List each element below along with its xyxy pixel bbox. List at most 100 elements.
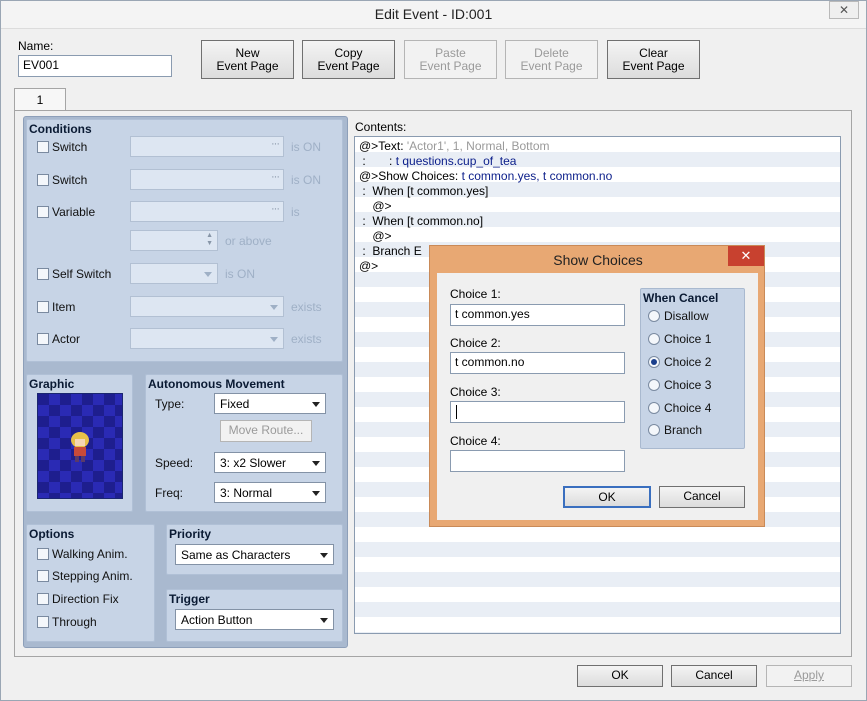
content-line[interactable]: : When [t common.yes] [359, 184, 488, 198]
title-bar: Edit Event - ID:001 ✕ [1, 1, 866, 29]
self-switch-label: Self Switch [52, 267, 112, 281]
dialog-close-button[interactable]: ✕ [728, 246, 764, 266]
new-button-line2: Event Page [216, 59, 279, 73]
clear-event-page-button[interactable]: Clear Event Page [607, 40, 700, 79]
ellipsis-icon: ··· [271, 203, 280, 215]
trigger-value: Action Button [181, 613, 253, 627]
choice1-label: Choice 1: [450, 287, 501, 301]
item-select[interactable] [130, 296, 284, 317]
cancel-choice1-radio[interactable] [648, 333, 660, 345]
trigger-select[interactable]: Action Button [175, 609, 334, 630]
choice4-input[interactable] [450, 450, 625, 472]
delete-button-line2: Event Page [520, 59, 583, 73]
new-event-page-button[interactable]: New Event Page [201, 40, 294, 79]
window-close-button[interactable]: ✕ [829, 1, 859, 19]
paste-event-page-button[interactable]: Paste Event Page [404, 40, 497, 79]
name-input[interactable]: EV001 [18, 55, 172, 77]
switch1-suffix: is ON [291, 140, 321, 154]
content-text-blue: t common.yes, t common.no [461, 169, 613, 183]
movement-speed-select[interactable]: 3: x2 Slower [214, 452, 326, 473]
chevron-down-icon [270, 337, 278, 342]
content-line[interactable]: : : t questions.cup_of_tea [359, 154, 516, 168]
actor-suffix: exists [291, 332, 322, 346]
content-line[interactable]: : Branch E [359, 244, 422, 258]
content-text: : Branch E [359, 244, 422, 258]
cancel-choice4-radio[interactable] [648, 402, 660, 414]
movement-freq-select[interactable]: 3: Normal [214, 482, 326, 503]
variable-suffix2: or above [225, 234, 272, 248]
content-text: @> [359, 259, 379, 273]
dialog-body: Choice 1: t common.yes Choice 2: t commo… [437, 273, 758, 520]
content-text-blue: t questions.cup_of_tea [395, 154, 517, 168]
variable-selector[interactable]: ··· [130, 201, 284, 222]
cancel-branch-radio[interactable] [648, 424, 660, 436]
chevron-down-icon [270, 305, 278, 310]
cancel-choice4-label: Choice 4 [664, 401, 712, 415]
speed-label: Speed: [155, 456, 194, 470]
delete-event-page-button[interactable]: Delete Event Page [505, 40, 598, 79]
cancel-choice3-label: Choice 3 [664, 378, 712, 392]
variable-value-spinner[interactable]: ▲ ▼ [130, 230, 218, 251]
variable-suffix: is [291, 205, 300, 219]
cancel-choice3-radio[interactable] [648, 379, 660, 391]
stepping-anim-label: Stepping Anim. [52, 569, 133, 583]
content-text: @> [359, 229, 392, 243]
cancel-choice2-label: Choice 2 [664, 355, 712, 369]
cancel-branch-label: Branch [664, 423, 703, 437]
chevron-down-icon [320, 553, 328, 558]
choice3-label: Choice 3: [450, 385, 501, 399]
content-line[interactable]: @> [359, 199, 391, 213]
switch2-selector[interactable]: ··· [130, 169, 284, 190]
tab-page-1[interactable]: 1 [14, 88, 66, 111]
variable-checkbox[interactable] [37, 206, 49, 218]
actor-label: Actor [52, 332, 81, 346]
close-icon: ✕ [838, 3, 850, 17]
movement-type-select[interactable]: Fixed [214, 393, 326, 414]
content-line[interactable]: : When [t common.no] [359, 214, 483, 228]
apply-button[interactable]: Apply [766, 665, 852, 687]
dialog-title: Show Choices [553, 252, 643, 268]
options-title: Options [29, 527, 75, 541]
walking-anim-checkbox[interactable] [37, 548, 49, 560]
switch2-label: Switch [52, 173, 88, 187]
dialog-cancel-button[interactable]: Cancel [659, 486, 745, 508]
copy-event-page-button[interactable]: Copy Event Page [302, 40, 395, 79]
choice3-input[interactable] [450, 401, 625, 423]
switch2-checkbox[interactable] [37, 174, 49, 186]
direction-fix-checkbox[interactable] [37, 593, 49, 605]
item-checkbox[interactable] [37, 301, 49, 313]
content-line[interactable]: @> [359, 259, 378, 273]
through-checkbox[interactable] [37, 616, 49, 628]
content-line[interactable]: @>Show Choices: t common.yes, t common.n… [359, 169, 612, 183]
freq-label: Freq: [155, 486, 184, 500]
content-line[interactable]: @> [359, 229, 392, 243]
cancel-button[interactable]: Cancel [671, 665, 757, 687]
movement-freq-value: 3: Normal [220, 486, 273, 500]
stepping-anim-checkbox[interactable] [37, 570, 49, 582]
self-switch-checkbox[interactable] [37, 268, 49, 280]
content-text: : : [359, 154, 396, 168]
show-choices-dialog: Show Choices ✕ Choice 1: t common.yes Ch… [429, 245, 765, 527]
choice1-input[interactable]: t common.yes [450, 304, 625, 326]
self-switch-suffix: is ON [225, 267, 255, 281]
content-text-gray: 'Actor1', 1, Normal, Bottom [406, 139, 550, 153]
self-switch-select[interactable] [130, 263, 218, 284]
cancel-disallow-radio[interactable] [648, 310, 660, 322]
ok-button[interactable]: OK [577, 665, 663, 687]
move-route-button[interactable]: Move Route... [220, 420, 312, 442]
walking-anim-label: Walking Anim. [52, 547, 128, 561]
choice2-input[interactable]: t common.no [450, 352, 625, 374]
text-caret [456, 405, 457, 419]
content-text: : When [t common.no] [359, 214, 484, 228]
graphic-preview[interactable] [37, 393, 123, 499]
content-line[interactable]: @>Text: 'Actor1', 1, Normal, Bottom [359, 139, 550, 153]
actor-checkbox[interactable] [37, 333, 49, 345]
clear-button-line2: Event Page [622, 59, 685, 73]
cancel-choice2-radio[interactable] [648, 356, 660, 368]
conditions-title: Conditions [29, 122, 92, 136]
priority-select[interactable]: Same as Characters [175, 544, 334, 565]
actor-select[interactable] [130, 328, 284, 349]
switch1-checkbox[interactable] [37, 141, 49, 153]
dialog-ok-button[interactable]: OK [563, 486, 651, 508]
switch1-selector[interactable]: ··· [130, 136, 284, 157]
